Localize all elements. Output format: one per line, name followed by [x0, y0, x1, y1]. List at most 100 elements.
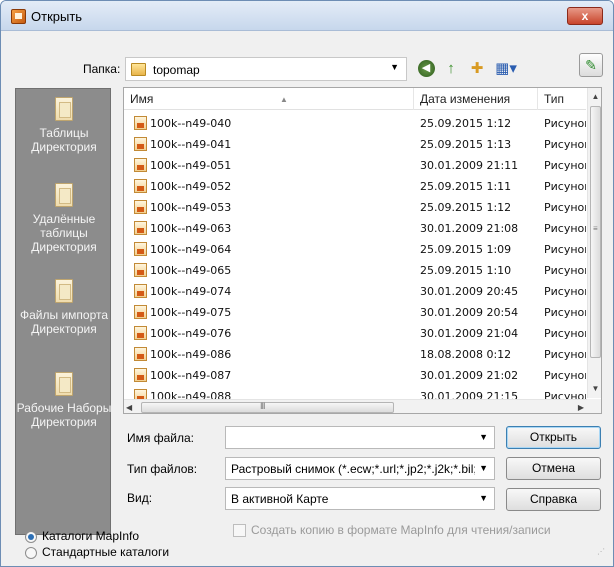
- column-header-date[interactable]: Дата изменения: [414, 88, 538, 110]
- table-row[interactable]: 100k--n49-051 30.01.2009 21:11 Рисунок: [124, 155, 586, 176]
- pencil-icon: ✎: [585, 56, 597, 73]
- resize-grip-icon[interactable]: ⋰: [597, 548, 607, 560]
- image-file-icon: [134, 158, 147, 172]
- file-date: 25.09.2015 1:12: [420, 117, 512, 130]
- grip-icon: ≡: [593, 224, 598, 233]
- copy-mapinfo-checkbox[interactable]: [233, 524, 246, 537]
- scroll-left-icon[interactable]: ◀: [126, 400, 132, 413]
- horizontal-scroll-thumb[interactable]: III: [141, 401, 394, 413]
- app-icon: [11, 9, 26, 24]
- file-date: 30.01.2009 21:11: [420, 159, 519, 172]
- file-type: Рисунок: [544, 243, 586, 256]
- table-row[interactable]: 100k--n49-064 25.09.2015 1:09 Рисунок: [124, 239, 586, 260]
- file-type: Рисунок: [544, 369, 586, 382]
- file-name: 100k--n49-074: [150, 285, 232, 298]
- open-file-dialog: Открыть x Папка: topomap ▼ ◀ ↑ ✚ ▦▾ ✎ Та…: [0, 0, 614, 567]
- radio-mapinfo-directories[interactable]: [25, 531, 37, 543]
- tools-button[interactable]: ✎: [579, 53, 603, 77]
- file-date: 30.01.2009 21:08: [420, 222, 519, 235]
- place-workspaces-directory[interactable]: Рабочие Наборы Директория: [16, 372, 112, 429]
- open-button[interactable]: Открыть: [506, 426, 601, 449]
- file-date: 25.09.2015 1:11: [420, 180, 512, 193]
- new-folder-icon: ✚: [470, 60, 484, 77]
- chevron-down-icon[interactable]: ▼: [479, 463, 488, 473]
- scroll-down-icon[interactable]: ▼: [588, 381, 601, 397]
- chevron-down-icon[interactable]: ▼: [479, 432, 488, 442]
- column-header-type[interactable]: Тип: [538, 88, 586, 110]
- file-date: 30.01.2009 21:02: [420, 369, 519, 382]
- table-row[interactable]: 100k--n49-086 18.08.2008 0:12 Рисунок: [124, 344, 586, 365]
- places-bar: Таблицы Директория Удалённые таблицы Дир…: [15, 88, 111, 535]
- image-file-icon: [134, 263, 147, 277]
- table-row[interactable]: 100k--n49-040 25.09.2015 1:12 Рисунок: [124, 113, 586, 134]
- view-label: Вид:: [127, 491, 153, 505]
- title-bar: Открыть x: [1, 1, 613, 31]
- file-type: Рисунок: [544, 138, 586, 151]
- vertical-scroll-thumb[interactable]: ≡: [590, 106, 601, 358]
- scroll-corner: [587, 399, 601, 413]
- image-file-icon: [134, 137, 147, 151]
- radio-label: Стандартные каталоги: [42, 545, 170, 559]
- table-row[interactable]: 100k--n49-041 25.09.2015 1:13 Рисунок: [124, 134, 586, 155]
- lookin-label: Папка:: [83, 62, 121, 76]
- image-file-icon: [134, 242, 147, 256]
- scroll-up-icon[interactable]: ▲: [588, 89, 601, 105]
- view-select[interactable]: В активной Карте ▼: [225, 487, 495, 510]
- table-row[interactable]: 100k--n49-074 30.01.2009 20:45 Рисунок: [124, 281, 586, 302]
- filetype-select[interactable]: Растровый снимок (*.ecw;*.url;*.jp2;*.j2…: [225, 457, 495, 480]
- file-name: 100k--n49-086: [150, 348, 232, 361]
- table-row[interactable]: 100k--n49-052 25.09.2015 1:11 Рисунок: [124, 176, 586, 197]
- file-type: Рисунок: [544, 348, 586, 361]
- file-rows: 100k--n49-040 25.09.2015 1:12 Рисунок 100k…: [124, 113, 586, 407]
- file-type: Рисунок: [544, 201, 586, 214]
- table-row[interactable]: 100k--n49-065 25.09.2015 1:10 Рисунок: [124, 260, 586, 281]
- image-file-icon: [134, 284, 147, 298]
- filetype-label: Тип файлов:: [127, 462, 198, 476]
- table-row[interactable]: 100k--n49-087 30.01.2009 21:02 Рисунок: [124, 365, 586, 386]
- new-folder-button[interactable]: ✚: [466, 57, 488, 79]
- file-name: 100k--n49-053: [150, 201, 232, 214]
- file-type: Рисунок: [544, 159, 586, 172]
- file-date: 25.09.2015 1:12: [420, 201, 512, 214]
- vertical-scrollbar[interactable]: ▲ ≡ ▼: [587, 88, 601, 398]
- file-name: 100k--n49-087: [150, 369, 232, 382]
- file-name: 100k--n49-040: [150, 117, 232, 130]
- image-file-icon: [134, 116, 147, 130]
- table-row[interactable]: 100k--n49-053 25.09.2015 1:12 Рисунок: [124, 197, 586, 218]
- view-menu-button[interactable]: ▦▾: [491, 57, 521, 79]
- place-remote-tables-directory[interactable]: Удалённые таблицы Директория: [16, 183, 112, 254]
- place-label: Удалённые таблицы Директория: [31, 212, 97, 254]
- radio-standard-directories[interactable]: [25, 547, 37, 559]
- filename-field[interactable]: ▼: [225, 426, 495, 449]
- horizontal-scrollbar[interactable]: ◀ III ▶: [124, 399, 587, 413]
- file-name: 100k--n49-051: [150, 159, 232, 172]
- back-button[interactable]: ◀: [416, 57, 436, 79]
- folder-icon: [55, 372, 73, 396]
- sort-ascending-icon: ▲: [280, 95, 288, 104]
- grip-icon: III: [260, 401, 265, 411]
- close-button[interactable]: x: [567, 7, 603, 25]
- table-row[interactable]: 100k--n49-076 30.01.2009 21:04 Рисунок: [124, 323, 586, 344]
- place-import-files-directory[interactable]: Файлы импорта Директория: [16, 279, 112, 336]
- up-folder-button[interactable]: ↑: [441, 57, 461, 79]
- folder-icon: [55, 97, 73, 121]
- filetype-value: Растровый снимок (*.ecw;*.url;*.jp2;*.j2…: [231, 462, 475, 476]
- chevron-down-icon[interactable]: ▼: [390, 62, 399, 72]
- file-type: Рисунок: [544, 222, 586, 235]
- table-row[interactable]: 100k--n49-075 30.01.2009 20:54 Рисунок: [124, 302, 586, 323]
- image-file-icon: [134, 305, 147, 319]
- column-header-name[interactable]: Имя ▲: [124, 88, 414, 110]
- up-arrow-icon: ↑: [447, 59, 455, 77]
- table-row[interactable]: 100k--n49-063 30.01.2009 21:08 Рисунок: [124, 218, 586, 239]
- place-tables-directory[interactable]: Таблицы Директория: [16, 97, 112, 154]
- radio-label: Каталоги MapInfo: [42, 529, 140, 543]
- chevron-down-icon[interactable]: ▼: [479, 493, 488, 503]
- lookin-combobox[interactable]: topomap ▼: [125, 57, 407, 81]
- view-value: В активной Карте: [231, 492, 329, 506]
- file-name: 100k--n49-052: [150, 180, 232, 193]
- window-title: Открыть: [31, 9, 83, 24]
- cancel-button[interactable]: Отмена: [506, 457, 601, 480]
- scroll-right-icon[interactable]: ▶: [578, 400, 584, 413]
- help-button[interactable]: Справка: [506, 488, 601, 511]
- file-name: 100k--n49-075: [150, 306, 232, 319]
